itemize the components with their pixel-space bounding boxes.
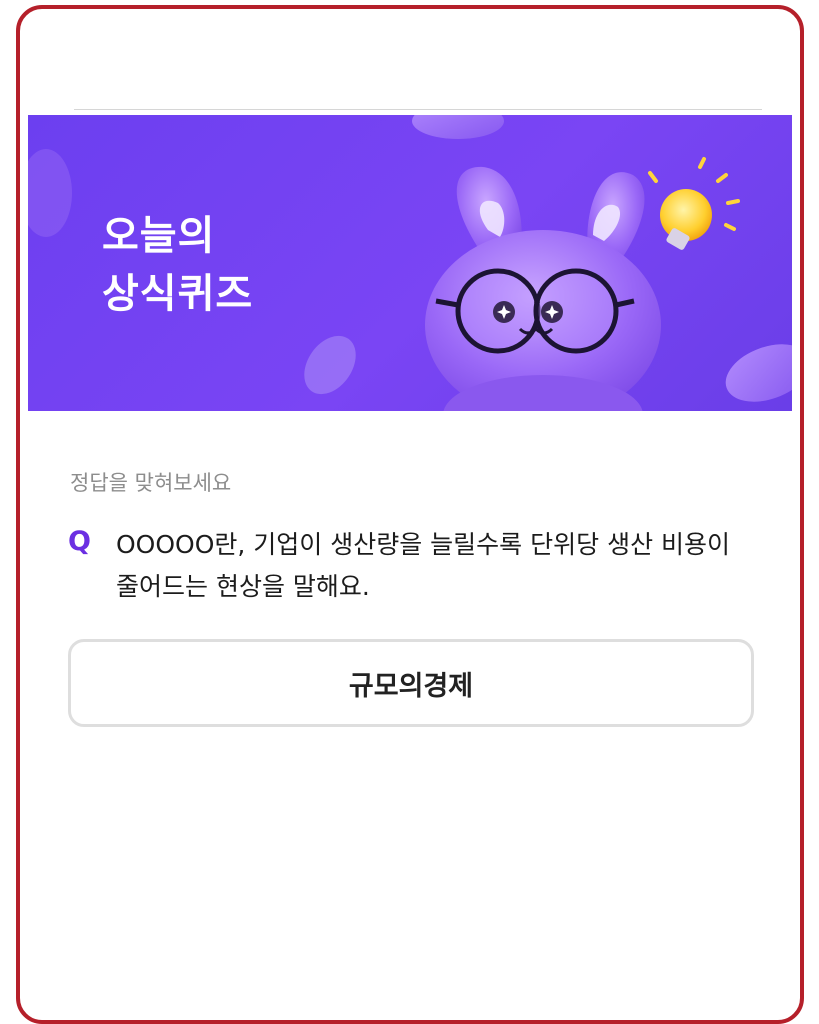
top-divider (74, 109, 762, 110)
question-label: Q (68, 526, 91, 557)
answer-option-button[interactable]: 규모의경제 (68, 639, 754, 727)
banner-title-line1: 오늘의 (102, 213, 216, 259)
banner-title-line2: 상식퀴즈 (102, 271, 254, 317)
quiz-card-frame: 오늘의 상식퀴즈 정답을 맞혀보세요 Q OOOOO란, 기업이 생산량을 늘릴… (16, 5, 804, 1024)
quiz-banner: 오늘의 상식퀴즈 (28, 115, 792, 411)
quiz-instruction: 정답을 맞혀보세요 (70, 471, 232, 495)
banner-title: 오늘의 상식퀴즈 (102, 207, 253, 323)
question-text: OOOOO란, 기업이 생산량을 늘릴수록 단위당 생산 비용이 줄어드는 현상… (116, 530, 731, 601)
